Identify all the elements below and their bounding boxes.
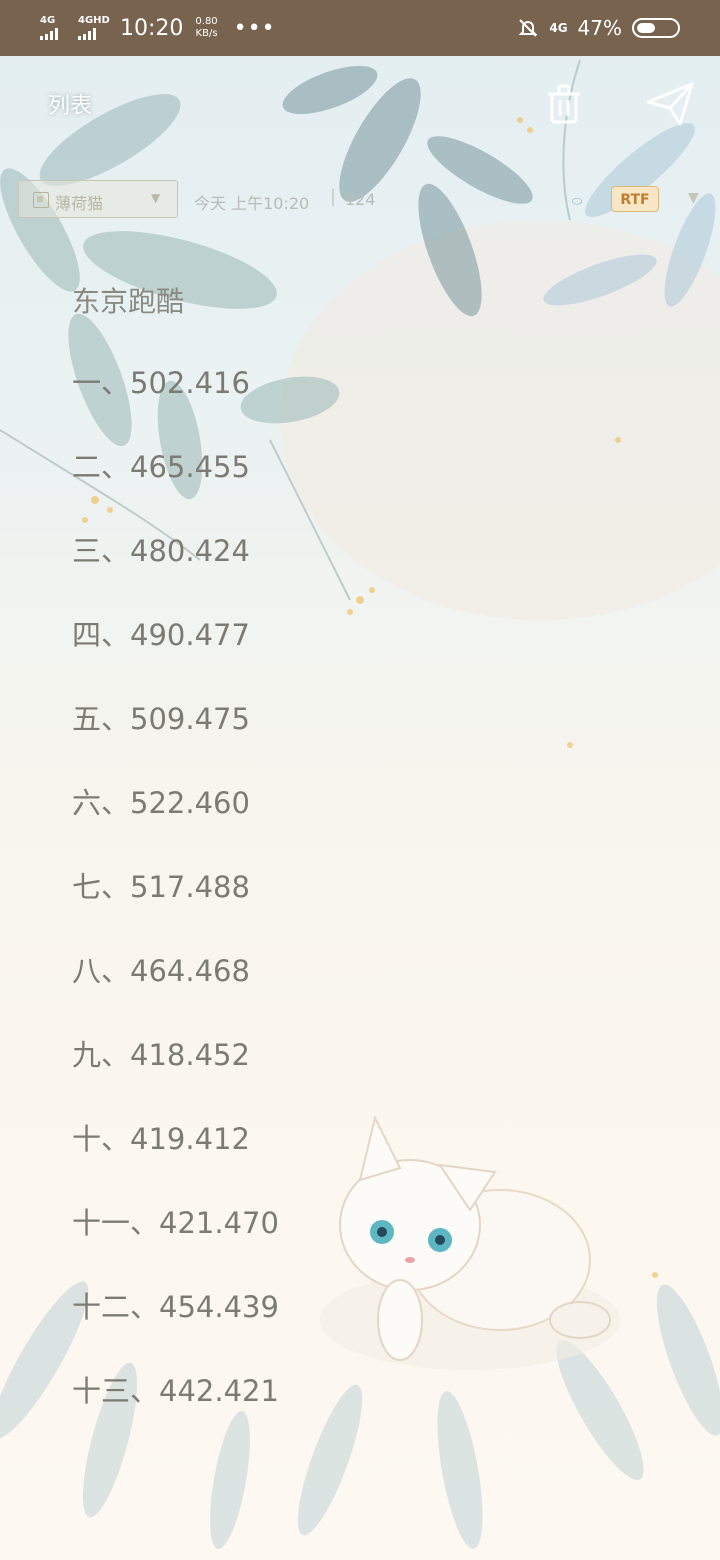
battery-icon — [632, 18, 680, 38]
note-line[interactable]: 四、490.477 — [72, 616, 279, 700]
signal-label-1: 4G — [40, 15, 56, 26]
battery-percent: 47% — [577, 16, 622, 40]
network-type: 4G — [549, 21, 568, 35]
note-line[interactable]: 一、502.416 — [72, 364, 279, 448]
expand-arrow-icon[interactable]: ▼ — [688, 190, 699, 206]
signal-indicator-1: 4G — [40, 16, 72, 40]
note-line[interactable]: 十二、454.439 — [72, 1288, 279, 1372]
battery-level-fill — [637, 23, 655, 33]
note-line[interactable]: 八、464.468 — [72, 952, 279, 1036]
folder-dropdown[interactable]: 薄荷猫 ▼ — [18, 180, 178, 218]
cat-illustration — [320, 1115, 620, 1370]
meta-separator: | — [330, 186, 337, 207]
char-count: 124 — [345, 190, 376, 209]
folder-icon — [33, 192, 49, 208]
signal-bars-icon — [40, 28, 58, 40]
clock: 10:20 — [120, 15, 184, 41]
note-line[interactable]: 十三、442.421 — [72, 1372, 279, 1456]
note-line[interactable]: 五、509.475 — [72, 700, 279, 784]
note-line[interactable]: 六、522.460 — [72, 784, 279, 868]
rtf-format-badge[interactable]: RTF — [611, 186, 659, 212]
send-button[interactable] — [644, 78, 696, 130]
note-line[interactable]: 三、480.424 — [72, 532, 279, 616]
list-button[interactable]: 列表 — [48, 88, 92, 120]
note-line[interactable]: 十一、421.470 — [72, 1204, 279, 1288]
note-date: 今天 上午10:20 — [194, 194, 310, 213]
signal-bars-icon — [78, 28, 96, 40]
signal-label-2: 4GHD — [78, 15, 110, 26]
trash-icon — [548, 84, 580, 124]
signal-indicator-2: 4GHD — [78, 16, 110, 40]
mute-bell-icon — [518, 19, 538, 37]
note-meta-row: 薄荷猫 ▼ 今天 上午10:20 | 124 ⬭ RTF ▼ — [18, 180, 720, 220]
network-speed: 0.80 KB/s — [195, 16, 217, 40]
note-line[interactable]: 十、419.412 — [72, 1120, 279, 1204]
folder-name: 薄荷猫 — [55, 194, 104, 213]
tag-icon[interactable]: ⬭ — [572, 194, 582, 209]
paper-plane-icon — [646, 82, 694, 126]
note-line[interactable]: 九、418.452 — [72, 1036, 279, 1120]
network-speed-value: 0.80 — [195, 16, 218, 27]
note-entries[interactable]: 一、502.416 二、465.455 三、480.424 四、490.477 … — [72, 364, 279, 1456]
network-speed-unit: KB/s — [195, 28, 218, 39]
note-line[interactable]: 二、465.455 — [72, 448, 279, 532]
dropdown-arrow-icon: ▼ — [151, 191, 161, 205]
status-bar: 4G 4GHD 10:20 0.80 KB/s ••• 4G 47% — [0, 0, 720, 56]
note-title[interactable]: 东京跑酷 — [72, 280, 184, 320]
delete-button[interactable] — [540, 80, 588, 128]
note-line[interactable]: 七、517.488 — [72, 868, 279, 952]
more-notifications-icon: ••• — [233, 15, 276, 41]
